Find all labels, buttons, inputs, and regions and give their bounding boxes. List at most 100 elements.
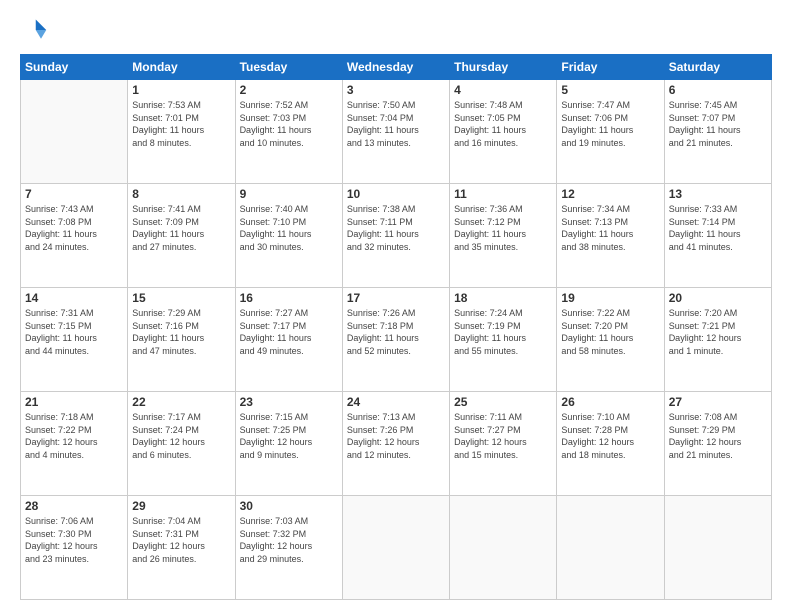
day-info: Sunrise: 7:48 AM Sunset: 7:05 PM Dayligh… [454,99,552,149]
day-info: Sunrise: 7:10 AM Sunset: 7:28 PM Dayligh… [561,411,659,461]
day-info: Sunrise: 7:40 AM Sunset: 7:10 PM Dayligh… [240,203,338,253]
day-number: 2 [240,83,338,97]
calendar-cell [342,496,449,600]
day-number: 3 [347,83,445,97]
day-info: Sunrise: 7:20 AM Sunset: 7:21 PM Dayligh… [669,307,767,357]
header [20,16,772,44]
calendar-header-saturday: Saturday [664,55,771,80]
calendar-cell: 9 Sunrise: 7:40 AM Sunset: 7:10 PM Daylig… [235,184,342,288]
day-info: Sunrise: 7:52 AM Sunset: 7:03 PM Dayligh… [240,99,338,149]
day-info: Sunrise: 7:38 AM Sunset: 7:11 PM Dayligh… [347,203,445,253]
calendar-cell: 6 Sunrise: 7:45 AM Sunset: 7:07 PM Daylig… [664,80,771,184]
day-info: Sunrise: 7:26 AM Sunset: 7:18 PM Dayligh… [347,307,445,357]
calendar-header-row: SundayMondayTuesdayWednesdayThursdayFrid… [21,55,772,80]
calendar-cell: 2 Sunrise: 7:52 AM Sunset: 7:03 PM Daylig… [235,80,342,184]
calendar-week-row: 14Sunrise: 7:31 AM Sunset: 7:15 PM Dayli… [21,288,772,392]
calendar-header-wednesday: Wednesday [342,55,449,80]
calendar-cell: 25 Sunrise: 7:11 AM Sunset: 7:27 PM Dayli… [450,392,557,496]
day-info: Sunrise: 7:53 AM Sunset: 7:01 PM Dayligh… [132,99,230,149]
day-info: Sunrise: 7:22 AM Sunset: 7:20 PM Dayligh… [561,307,659,357]
day-number: 22 [132,395,230,409]
calendar-cell: 20 Sunrise: 7:20 AM Sunset: 7:21 PM Dayli… [664,288,771,392]
day-number: 16 [240,291,338,305]
day-info: Sunrise: 7:18 AM Sunset: 7:22 PM Dayligh… [25,411,123,461]
day-number: 6 [669,83,767,97]
day-info: Sunrise: 7:27 AM Sunset: 7:17 PM Dayligh… [240,307,338,357]
calendar-cell: 21 Sunrise: 7:18 AM Sunset: 7:22 PM Dayli… [21,392,128,496]
day-info: Sunrise: 7:31 AM Sunset: 7:15 PM Dayligh… [25,307,123,357]
calendar-cell: 24 Sunrise: 7:13 AM Sunset: 7:26 PM Dayli… [342,392,449,496]
calendar-header-thursday: Thursday [450,55,557,80]
calendar-cell: 29 Sunrise: 7:04 AM Sunset: 7:31 PM Dayli… [128,496,235,600]
day-number: 30 [240,499,338,513]
logo-icon [20,16,48,44]
day-info: Sunrise: 7:17 AM Sunset: 7:24 PM Dayligh… [132,411,230,461]
calendar-cell: 3 Sunrise: 7:50 AM Sunset: 7:04 PM Daylig… [342,80,449,184]
day-info: Sunrise: 7:34 AM Sunset: 7:13 PM Dayligh… [561,203,659,253]
day-number: 7 [25,187,123,201]
day-number: 12 [561,187,659,201]
day-info: Sunrise: 7:36 AM Sunset: 7:12 PM Dayligh… [454,203,552,253]
day-info: Sunrise: 7:45 AM Sunset: 7:07 PM Dayligh… [669,99,767,149]
day-number: 9 [240,187,338,201]
day-number: 11 [454,187,552,201]
calendar-cell: 16 Sunrise: 7:27 AM Sunset: 7:17 PM Dayli… [235,288,342,392]
calendar-cell: 17 Sunrise: 7:26 AM Sunset: 7:18 PM Dayli… [342,288,449,392]
calendar-cell: 30Sunrise: 7:03 AM Sunset: 7:32 PM Dayli… [235,496,342,600]
calendar-week-row: 7Sunrise: 7:43 AM Sunset: 7:08 PM Daylig… [21,184,772,288]
calendar-cell [450,496,557,600]
day-info: Sunrise: 7:33 AM Sunset: 7:14 PM Dayligh… [669,203,767,253]
day-number: 17 [347,291,445,305]
day-number: 24 [347,395,445,409]
day-number: 8 [132,187,230,201]
day-number: 25 [454,395,552,409]
calendar-cell: 4 Sunrise: 7:48 AM Sunset: 7:05 PM Daylig… [450,80,557,184]
calendar-cell: 23 Sunrise: 7:15 AM Sunset: 7:25 PM Dayli… [235,392,342,496]
calendar-cell [21,80,128,184]
day-info: Sunrise: 7:50 AM Sunset: 7:04 PM Dayligh… [347,99,445,149]
calendar-week-row: 21 Sunrise: 7:18 AM Sunset: 7:22 PM Dayli… [21,392,772,496]
calendar-cell: 13 Sunrise: 7:33 AM Sunset: 7:14 PM Dayli… [664,184,771,288]
day-number: 13 [669,187,767,201]
day-number: 5 [561,83,659,97]
day-number: 1 [132,83,230,97]
day-number: 19 [561,291,659,305]
calendar-cell: 28Sunrise: 7:06 AM Sunset: 7:30 PM Dayli… [21,496,128,600]
calendar-cell: 18 Sunrise: 7:24 AM Sunset: 7:19 PM Dayli… [450,288,557,392]
day-info: Sunrise: 7:13 AM Sunset: 7:26 PM Dayligh… [347,411,445,461]
day-number: 23 [240,395,338,409]
day-number: 21 [25,395,123,409]
calendar-header-friday: Friday [557,55,664,80]
calendar-week-row: 28Sunrise: 7:06 AM Sunset: 7:30 PM Dayli… [21,496,772,600]
day-number: 18 [454,291,552,305]
day-info: Sunrise: 7:15 AM Sunset: 7:25 PM Dayligh… [240,411,338,461]
calendar-cell: 12 Sunrise: 7:34 AM Sunset: 7:13 PM Dayli… [557,184,664,288]
calendar-header-tuesday: Tuesday [235,55,342,80]
calendar-cell: 19 Sunrise: 7:22 AM Sunset: 7:20 PM Dayli… [557,288,664,392]
calendar-cell: 22 Sunrise: 7:17 AM Sunset: 7:24 PM Dayli… [128,392,235,496]
day-number: 20 [669,291,767,305]
calendar-cell: 26Sunrise: 7:10 AM Sunset: 7:28 PM Dayli… [557,392,664,496]
day-info: Sunrise: 7:11 AM Sunset: 7:27 PM Dayligh… [454,411,552,461]
calendar-cell: 10Sunrise: 7:38 AM Sunset: 7:11 PM Dayli… [342,184,449,288]
day-number: 4 [454,83,552,97]
day-info: Sunrise: 7:29 AM Sunset: 7:16 PM Dayligh… [132,307,230,357]
calendar-cell: 7Sunrise: 7:43 AM Sunset: 7:08 PM Daylig… [21,184,128,288]
logo [20,16,52,44]
calendar-header-sunday: Sunday [21,55,128,80]
day-info: Sunrise: 7:24 AM Sunset: 7:19 PM Dayligh… [454,307,552,357]
day-info: Sunrise: 7:47 AM Sunset: 7:06 PM Dayligh… [561,99,659,149]
calendar-cell: 8Sunrise: 7:41 AM Sunset: 7:09 PM Daylig… [128,184,235,288]
day-info: Sunrise: 7:04 AM Sunset: 7:31 PM Dayligh… [132,515,230,565]
calendar-cell: 14Sunrise: 7:31 AM Sunset: 7:15 PM Dayli… [21,288,128,392]
day-number: 29 [132,499,230,513]
calendar-cell: 1 Sunrise: 7:53 AM Sunset: 7:01 PM Daylig… [128,80,235,184]
day-info: Sunrise: 7:06 AM Sunset: 7:30 PM Dayligh… [25,515,123,565]
calendar-week-row: 1 Sunrise: 7:53 AM Sunset: 7:01 PM Daylig… [21,80,772,184]
calendar-header-monday: Monday [128,55,235,80]
calendar-cell: 15 Sunrise: 7:29 AM Sunset: 7:16 PM Dayli… [128,288,235,392]
calendar-cell: 11 Sunrise: 7:36 AM Sunset: 7:12 PM Dayli… [450,184,557,288]
calendar-cell [664,496,771,600]
day-number: 15 [132,291,230,305]
day-info: Sunrise: 7:08 AM Sunset: 7:29 PM Dayligh… [669,411,767,461]
